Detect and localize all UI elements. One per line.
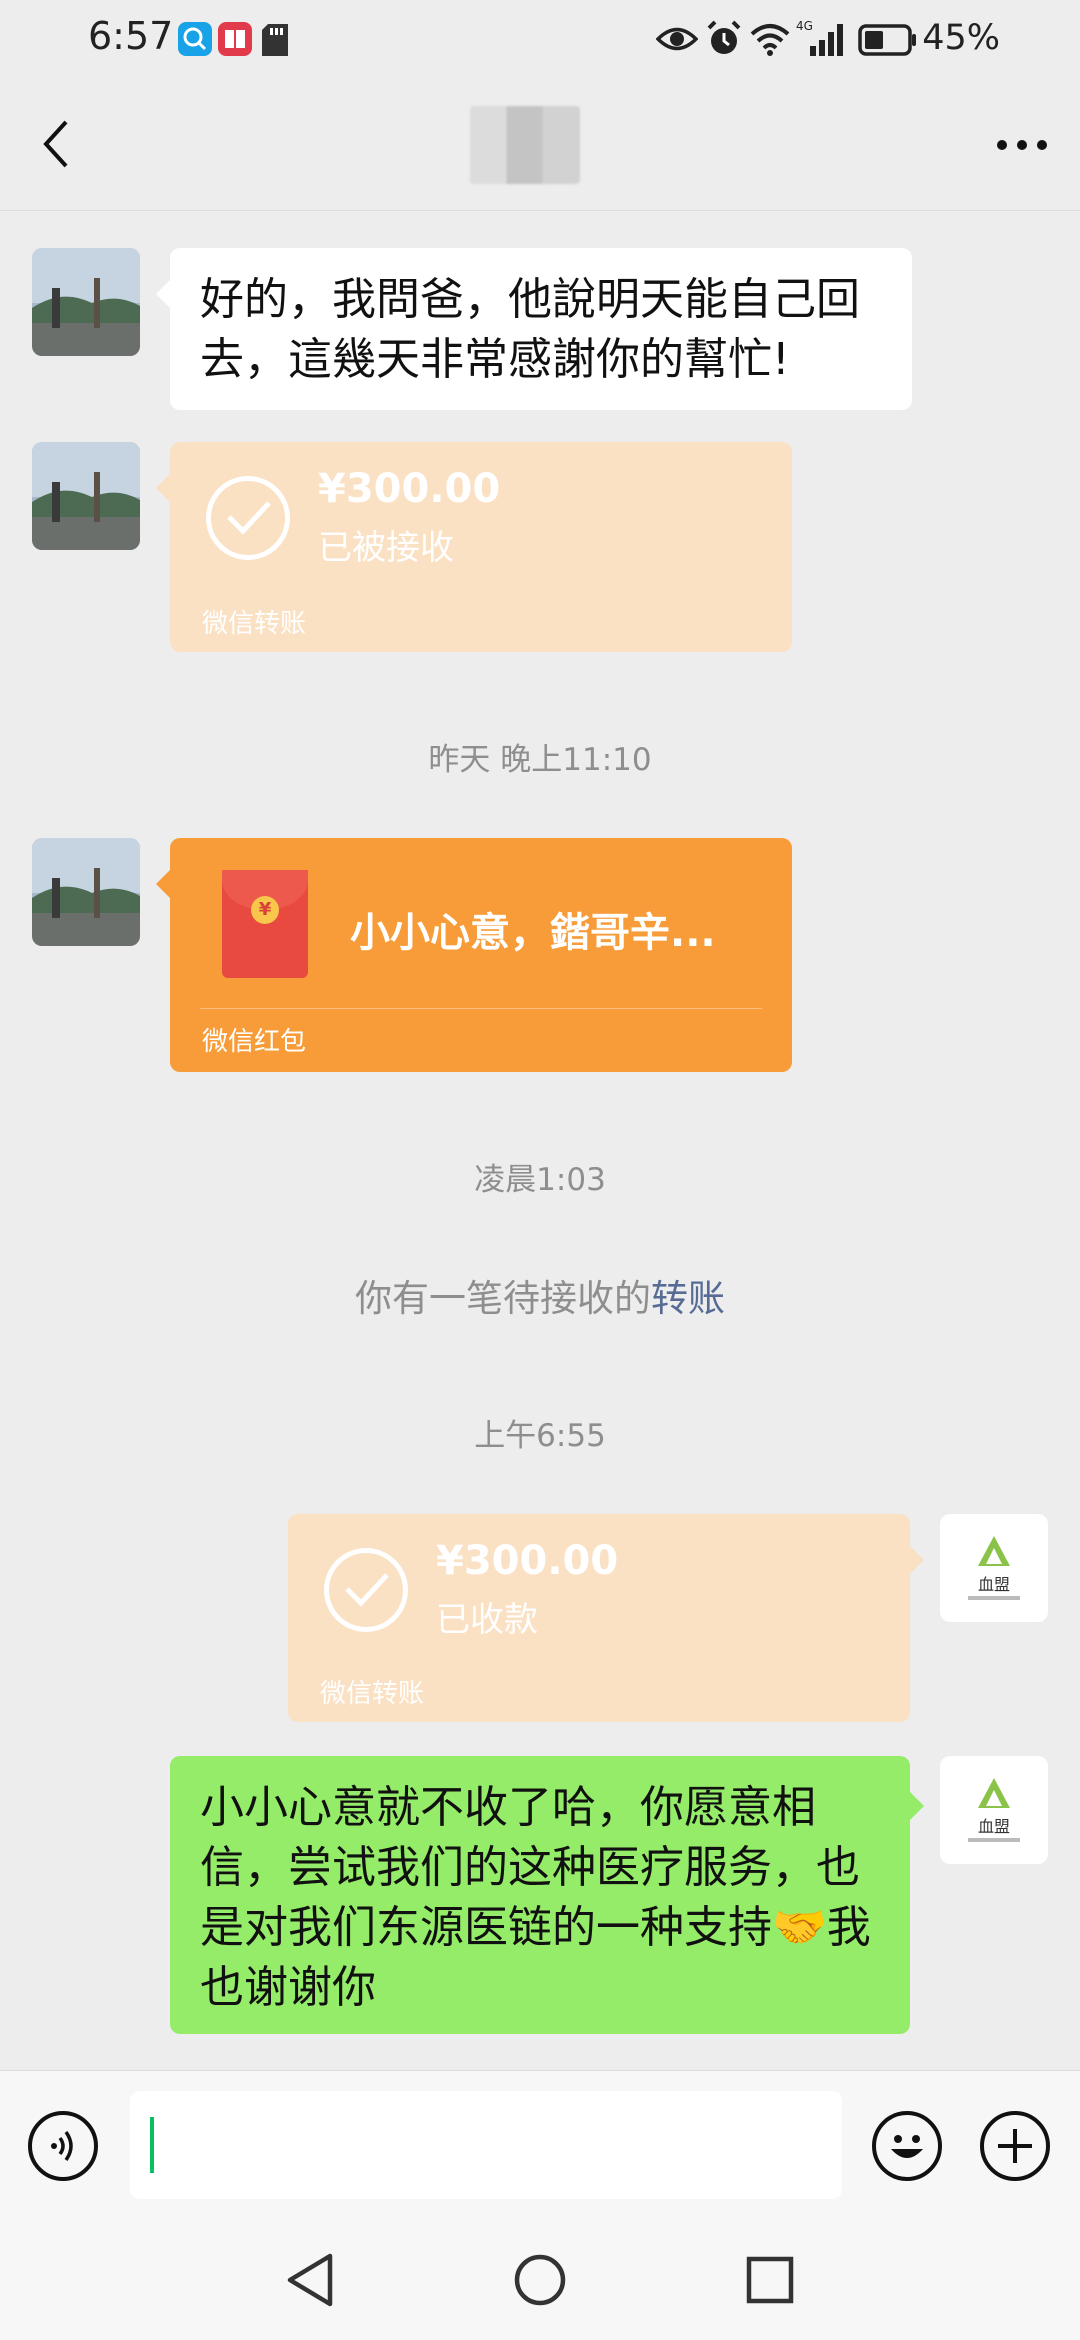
wifi-icon: [750, 22, 790, 60]
nav-back-button[interactable]: [282, 2250, 338, 2310]
transfer-amount: ¥300.00: [318, 466, 501, 512]
status-bar: 6:57 4G 45%: [0, 0, 1080, 84]
timestamp: 上午6:55: [474, 1418, 606, 1454]
emoji-icon: [891, 2135, 923, 2158]
alarm-icon: [706, 20, 742, 62]
timestamp: 凌晨1:03: [474, 1162, 606, 1198]
search-app-icon: [178, 22, 212, 56]
bubble-tail: [156, 870, 170, 898]
red-packet-title: 小小心意，鍇哥辛...: [350, 910, 716, 956]
input-bar: [0, 2070, 1080, 2221]
system-message: 你有一笔待接收的转账: [0, 1268, 1080, 1322]
bubble-tail: [156, 280, 170, 308]
transfer-card[interactable]: ¥300.00 已收款 微信转账: [288, 1514, 910, 1722]
red-packet-card[interactable]: ¥ 小小心意，鍇哥辛... 微信红包: [170, 838, 792, 1072]
system-navigation-bar: [0, 2220, 1080, 2340]
contact-name[interactable]: [470, 106, 580, 184]
bubble-tail: [156, 474, 170, 502]
more-icon: [997, 140, 1047, 150]
battery-icon: [858, 24, 918, 60]
self-avatar-logo-text: 血盟: [978, 1575, 1010, 1594]
triangle-back-icon: [287, 2253, 333, 2307]
system-message-text: 你有一笔待接收的: [355, 1277, 651, 1320]
status-time: 6:57: [88, 14, 174, 58]
sd-card-icon: [262, 24, 288, 60]
transfer-amount: ¥300.00: [436, 1538, 619, 1584]
timestamp: 昨天 晚上11:10: [428, 742, 652, 778]
divider: [200, 1008, 762, 1009]
message-input[interactable]: [130, 2091, 842, 2199]
back-button[interactable]: [28, 114, 88, 174]
message-bubble[interactable]: 小小心意就不收了哈，你愿意相信，尝试我们的这种医疗服务，也是对我们东源医链的一种…: [170, 1756, 910, 2034]
voice-button[interactable]: [28, 2111, 98, 2181]
contact-avatar[interactable]: [32, 838, 140, 946]
nav-home-button[interactable]: [512, 2250, 568, 2310]
self-avatar[interactable]: 血盟: [940, 1514, 1048, 1622]
bubble-tail: [910, 1546, 924, 1574]
chevron-left-icon: [43, 120, 68, 168]
book-app-icon: [218, 22, 252, 56]
red-packet-footer: 微信红包: [202, 1027, 307, 1057]
emoji-button[interactable]: [872, 2111, 942, 2181]
check-circle-icon: [206, 476, 290, 560]
transfer-status: 已收款: [436, 1600, 538, 1640]
contact-avatar[interactable]: [32, 248, 140, 356]
transfer-footer: 微信转账: [202, 609, 307, 639]
square-recents-icon: [746, 2256, 794, 2304]
transfer-link[interactable]: 转账: [651, 1277, 725, 1320]
voice-icon: [51, 2130, 73, 2162]
check-circle-icon: [324, 1548, 408, 1632]
network-type: 4G: [796, 19, 813, 33]
transfer-status: 已被接收: [318, 528, 454, 568]
chat-header: [0, 84, 1080, 211]
nav-recents-button[interactable]: [742, 2250, 798, 2310]
battery-percent: 45%: [922, 18, 1000, 58]
red-packet-icon: ¥: [222, 870, 308, 978]
message-bubble[interactable]: 好的，我問爸，他說明天能自己回去，這幾天非常感謝你的幫忙!: [170, 248, 912, 410]
text-cursor: [150, 2117, 154, 2173]
transfer-footer: 微信转账: [320, 1679, 425, 1709]
plus-button[interactable]: [980, 2111, 1050, 2181]
transfer-card[interactable]: ¥300.00 已被接收 微信转账: [170, 442, 792, 652]
circle-home-icon: [514, 2254, 566, 2306]
self-avatar-logo-text: 血盟: [978, 1817, 1010, 1836]
contact-avatar[interactable]: [32, 442, 140, 550]
more-button[interactable]: [992, 120, 1052, 170]
signal-icon: 4G: [796, 18, 848, 62]
self-avatar[interactable]: 血盟: [940, 1756, 1048, 1864]
eye-icon: [655, 22, 699, 60]
bubble-tail: [910, 1792, 924, 1820]
plus-icon: [998, 2129, 1032, 2163]
